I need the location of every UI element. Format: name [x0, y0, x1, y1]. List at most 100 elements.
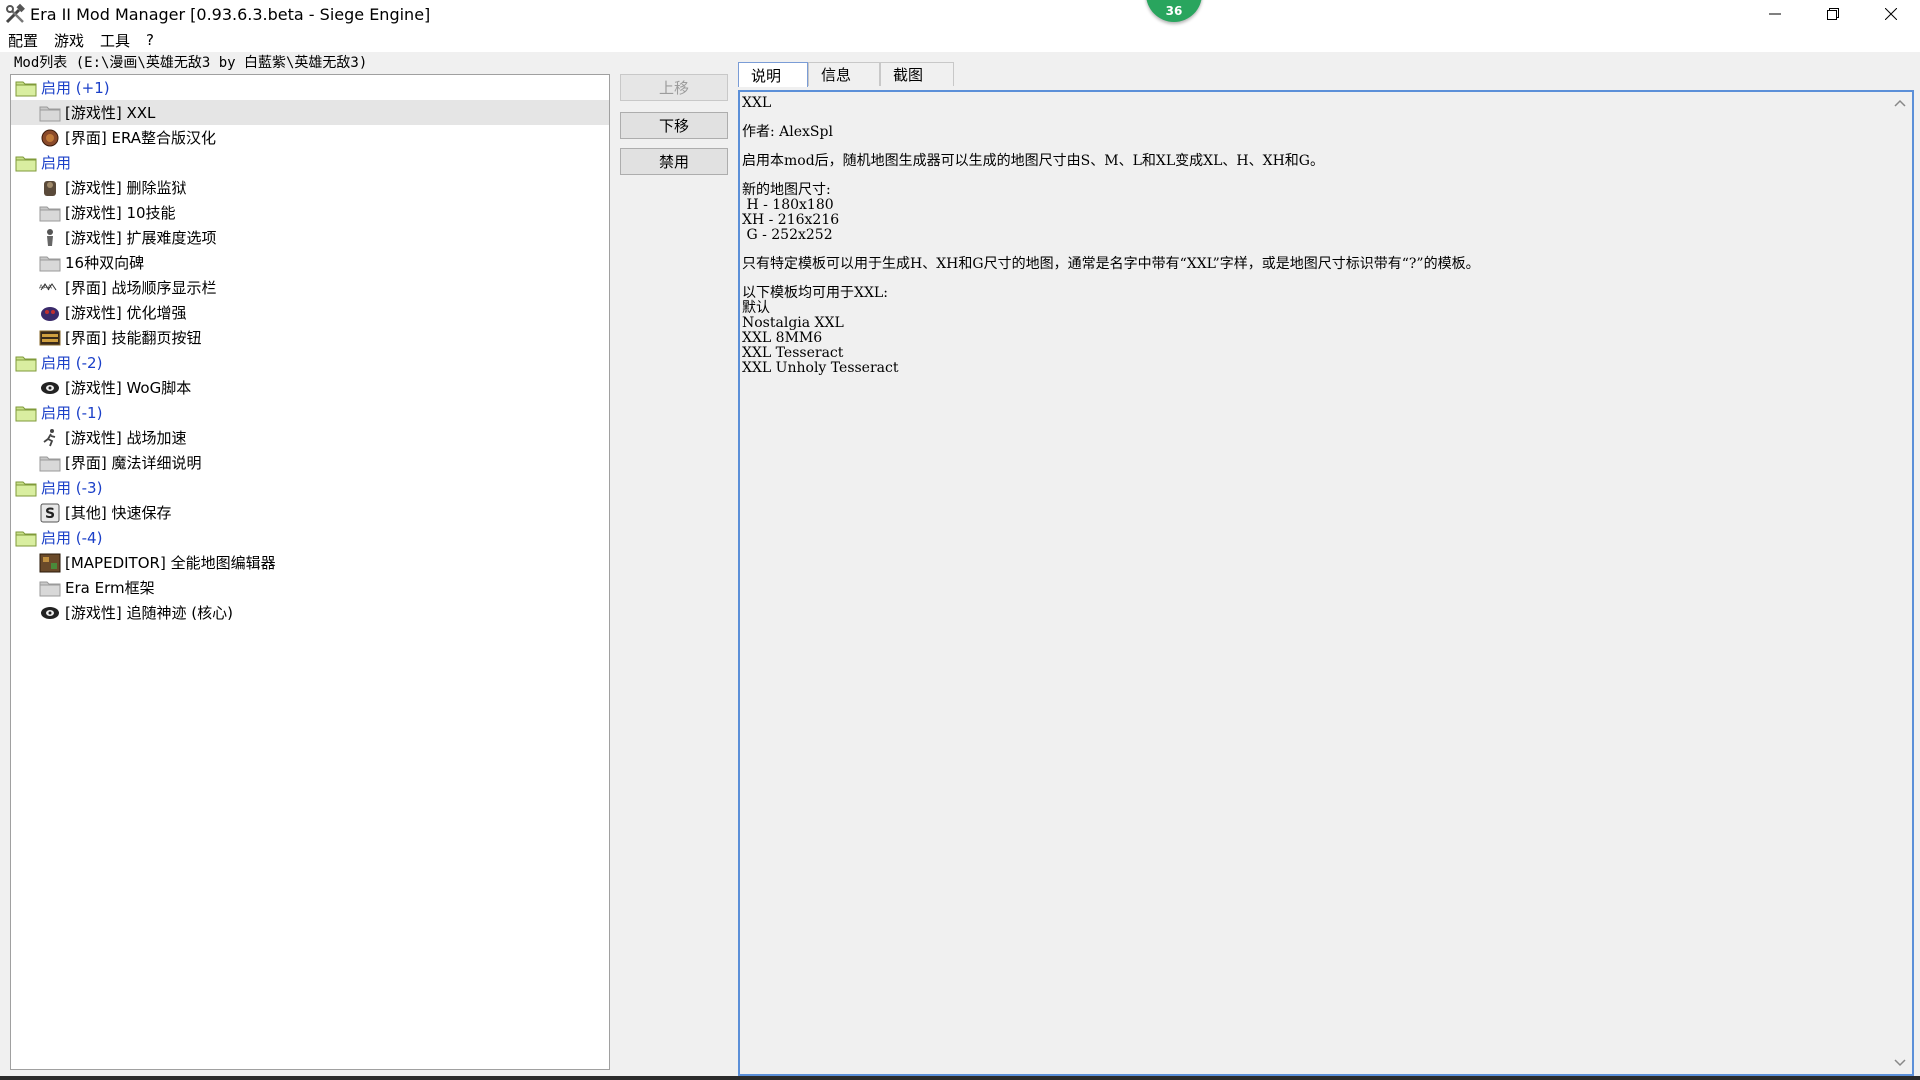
menu-game[interactable]: 游戏: [46, 30, 92, 51]
tree-group[interactable]: 启用 (-1): [11, 400, 609, 425]
description-line: XXL Tesseract: [742, 345, 844, 361]
description-line: H - 180x180: [742, 197, 834, 213]
tree-row-label: [界面] 技能翻页按钮: [65, 329, 202, 347]
tree-row-label: [界面] 战场顺序显示栏: [65, 279, 217, 297]
tree-row-label: [游戏性] 扩展难度选项: [65, 229, 217, 247]
tree-row-label: 16种双向碑: [65, 254, 145, 272]
folder-open-icon: [15, 478, 37, 498]
menu-config[interactable]: 配置: [0, 30, 46, 51]
tree-item[interactable]: 16种双向碑: [11, 250, 609, 275]
tree-group[interactable]: 启用 (-3): [11, 475, 609, 500]
minimize-icon: [1769, 13, 1781, 15]
tree-row-label: [游戏性] 10技能: [65, 204, 176, 222]
scroll-up-icon[interactable]: [1894, 98, 1906, 108]
bottom-edge: [0, 1076, 1920, 1080]
tree-group[interactable]: 启用: [11, 150, 609, 175]
folder-open-icon: [15, 528, 37, 548]
tree-item[interactable]: [MAPEDITOR] 全能地图编辑器: [11, 550, 609, 575]
tab-description[interactable]: 说明: [738, 62, 808, 87]
tree-item[interactable]: S [其他] 快速保存: [11, 500, 609, 525]
tree-row-label: 启用 (-3): [41, 479, 103, 497]
description-line: 默认: [742, 300, 770, 316]
mod-tree[interactable]: 启用 (+1) [游戏性] XXL [界面] ERA整合版汉化启用 [游戏性] 删除监…: [10, 74, 610, 1070]
tree-row-label: [游戏性] 优化增强: [65, 304, 187, 322]
close-button[interactable]: [1862, 0, 1920, 28]
tree-row-label: 启用 (-1): [41, 404, 103, 422]
tree-item[interactable]: [界面] 技能翻页按钮: [11, 325, 609, 350]
menu-bar: 配置 游戏 工具 ?: [0, 28, 1920, 52]
detail-tabs: 说明 信息 截图: [738, 62, 954, 87]
tree-item[interactable]: ᴬᴬᴬ [界面] 战场顺序显示栏: [11, 275, 609, 300]
tree-row-label: [界面] ERA整合版汉化: [65, 129, 217, 147]
tree-item[interactable]: [游戏性] XXL: [11, 100, 609, 125]
map-icon: [39, 553, 61, 573]
tree-row-label: [MAPEDITOR] 全能地图编辑器: [65, 554, 276, 572]
tab-screenshots[interactable]: 截图: [880, 62, 954, 86]
tree-row-label: 启用 (-2): [41, 354, 103, 372]
description-line: 只有特定模板可以用于生成H、XH和G尺寸的地图，通常是名字中带有“XXL”字样，…: [742, 256, 1480, 272]
eye-icon: [39, 378, 61, 398]
description-line: XXL Unholy Tesseract: [742, 360, 899, 376]
menu-help[interactable]: ?: [138, 31, 162, 49]
tree-row-label: [其他] 快速保存: [65, 504, 172, 522]
description-line: XXL: [742, 95, 772, 111]
folder-icon: [39, 578, 61, 598]
description-line: XXL 8MM6: [742, 330, 823, 346]
tree-item[interactable]: [游戏性] 10技能: [11, 200, 609, 225]
description-line: 作者: AlexSpl: [742, 124, 833, 140]
tree-row-label: [游戏性] 追随神迹 (核心): [65, 604, 233, 622]
tree-group[interactable]: 启用 (-4): [11, 525, 609, 550]
tree-item[interactable]: [游戏性] 优化增强: [11, 300, 609, 325]
folder-icon: [39, 253, 61, 273]
move-down-button[interactable]: 下移: [620, 112, 728, 139]
tree-row-label: [游戏性] 删除监狱: [65, 179, 187, 197]
menu-tools[interactable]: 工具: [92, 30, 138, 51]
tree-row-label: 启用 (-4): [41, 529, 103, 547]
tree-row-label: [界面] 魔法详细说明: [65, 454, 202, 472]
folder-icon: [39, 453, 61, 473]
folder-icon: [39, 103, 61, 123]
globe-icon: [39, 128, 61, 148]
tree-row-label: [游戏性] XXL: [65, 104, 156, 122]
mod-list-path-label: Mod列表 (E:\漫画\英雄无敌3 by 白藍紫\英雄无敌3): [14, 55, 368, 71]
tree-item[interactable]: [游戏性] WoG脚本: [11, 375, 609, 400]
svg-text:S: S: [45, 506, 55, 522]
tree-row-label: Era Erm框架: [65, 579, 155, 597]
tree-item[interactable]: [游戏性] 扩展难度选项: [11, 225, 609, 250]
description-line: 新的地图尺寸:: [742, 182, 831, 198]
tree-row-label: [游戏性] WoG脚本: [65, 379, 192, 397]
eye-icon: [39, 603, 61, 623]
description-line: XH - 216x216: [742, 212, 840, 228]
tree-group[interactable]: 启用 (-2): [11, 350, 609, 375]
folder-open-icon: [15, 403, 37, 423]
move-up-button[interactable]: 上移: [620, 74, 728, 101]
close-icon: [1885, 8, 1897, 20]
description-line: 以下模板均可用于XXL:: [742, 285, 888, 301]
tree-item[interactable]: [游戏性] 追随神迹 (核心): [11, 600, 609, 625]
tab-info[interactable]: 信息: [808, 62, 880, 86]
description-line: G - 252x252: [742, 227, 833, 243]
description-line: Nostalgia XXL: [742, 315, 844, 331]
scroll-down-icon[interactable]: [1894, 1058, 1906, 1068]
tree-item[interactable]: [游戏性] 战场加速: [11, 425, 609, 450]
tree-group[interactable]: 启用 (+1): [11, 75, 609, 100]
tree-row-label: 启用 (+1): [41, 79, 110, 97]
tools-icon: [5, 3, 25, 24]
tree-item[interactable]: Era Erm框架: [11, 575, 609, 600]
tree-item[interactable]: [界面] 魔法详细说明: [11, 450, 609, 475]
tree-item[interactable]: [游戏性] 删除监狱: [11, 175, 609, 200]
creature-icon: [39, 303, 61, 323]
disable-button[interactable]: 禁用: [620, 148, 728, 175]
folder-open-icon: [15, 78, 37, 98]
tree-item[interactable]: [界面] ERA整合版汉化: [11, 125, 609, 150]
restore-button[interactable]: [1804, 0, 1862, 28]
runner-icon: [39, 428, 61, 448]
sequence-icon: ᴬᴬᴬ: [39, 278, 61, 298]
tree-row-label: 启用: [41, 154, 72, 172]
minimize-button[interactable]: [1746, 0, 1804, 28]
description-text-area[interactable]: XXL 作者: AlexSpl 启用本mod后，随机地图生成器可以生成的地图尺寸由S…: [738, 90, 1914, 1076]
